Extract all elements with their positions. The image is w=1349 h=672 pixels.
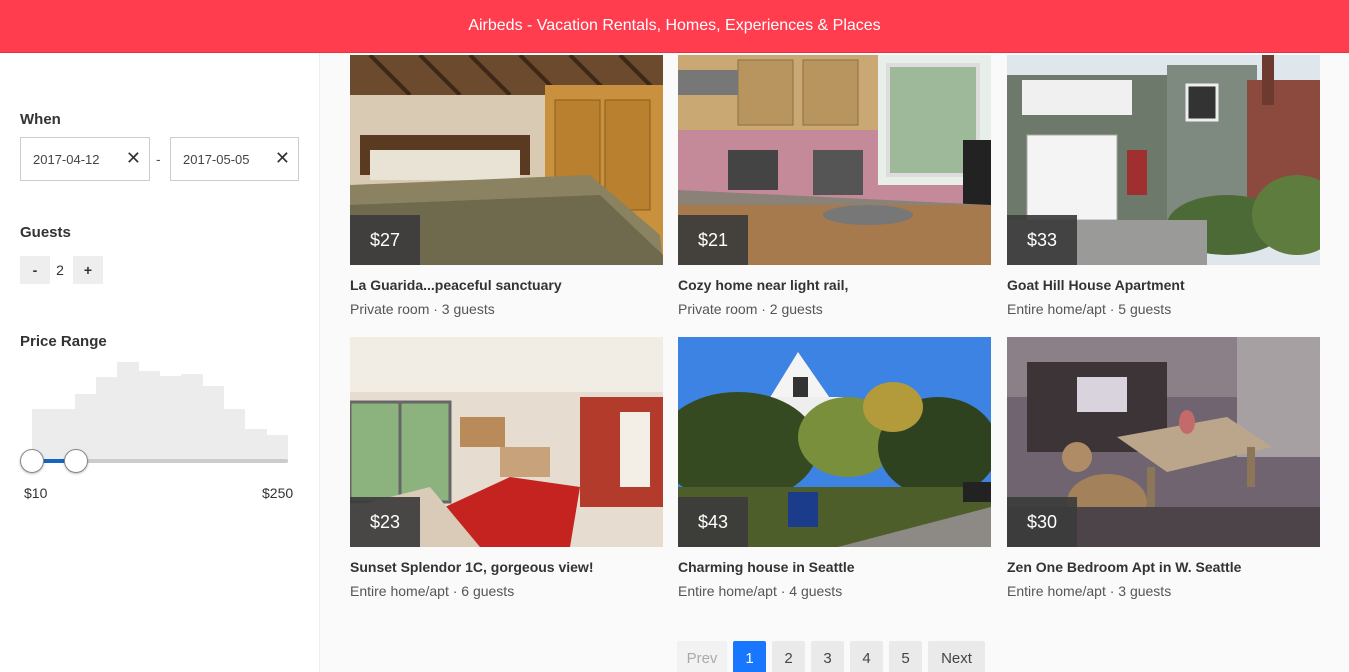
- listing-card[interactable]: $30 Zen One Bedroom Apt in W. Seattle En…: [1007, 337, 1320, 599]
- listing-photo[interactable]: $30: [1007, 337, 1320, 547]
- clear-start-date-icon[interactable]: ✕: [126, 149, 141, 167]
- page-button-2[interactable]: 2: [772, 641, 805, 672]
- price-min-label: $10: [24, 485, 48, 501]
- listing-title[interactable]: Sunset Splendor 1C, gorgeous view!: [350, 559, 663, 575]
- listings-area: $27 La Guarida...peaceful sanctuary Priv…: [320, 53, 1349, 672]
- listing-price-badge: $27: [350, 215, 420, 265]
- listing-title[interactable]: Goat Hill House Apartment: [1007, 277, 1320, 293]
- price-histogram-bar: [117, 362, 139, 463]
- listing-title[interactable]: Cozy home near light rail,: [678, 277, 991, 293]
- guests-decrement-button[interactable]: -: [20, 256, 50, 284]
- price-histogram-bar: [138, 371, 160, 463]
- listing-price-badge: $21: [678, 215, 748, 265]
- listing-title[interactable]: Zen One Bedroom Apt in W. Seattle: [1007, 559, 1320, 575]
- listing-photo[interactable]: $43: [678, 337, 991, 547]
- guests-increment-button[interactable]: +: [73, 256, 103, 284]
- listing-card[interactable]: $43 Charming house in Seattle Entire hom…: [678, 337, 991, 599]
- price-histogram-bar: [96, 377, 118, 463]
- price-histogram-bar: [224, 409, 246, 463]
- listing-price-badge: $43: [678, 497, 748, 547]
- prev-page-button[interactable]: Prev: [677, 641, 727, 672]
- price-slider-min-handle[interactable]: [20, 449, 44, 473]
- listing-meta: Private room · 2 guests: [678, 301, 823, 317]
- listing-photo[interactable]: $21: [678, 55, 991, 265]
- page-button-3[interactable]: 3: [811, 641, 844, 672]
- listing-photo[interactable]: $33: [1007, 55, 1320, 265]
- price-slider-max-handle[interactable]: [63, 449, 88, 473]
- start-date-input[interactable]: 2017-04-12 ✕: [20, 137, 150, 181]
- listing-title[interactable]: La Guarida...peaceful sanctuary: [350, 277, 663, 293]
- listing-meta: Entire home/apt · 3 guests: [1007, 583, 1172, 599]
- listing-title[interactable]: Charming house in Seattle: [678, 559, 991, 575]
- when-label: When: [20, 111, 61, 128]
- listing-price-badge: $30: [1007, 497, 1077, 547]
- date-separator: -: [156, 151, 161, 167]
- guests-label: Guests: [20, 224, 71, 241]
- price-range-label: Price Range: [20, 333, 107, 350]
- listing-photo[interactable]: $27: [350, 55, 663, 265]
- app-title: Airbeds - Vacation Rentals, Homes, Exper…: [468, 17, 881, 34]
- page-button-4[interactable]: 4: [850, 641, 883, 672]
- listing-photo[interactable]: $23: [350, 337, 663, 547]
- guests-count: 2: [56, 262, 64, 278]
- filter-sidebar: When 2017-04-12 ✕ - 2017-05-05 ✕ Guests …: [0, 53, 320, 672]
- page-button-5[interactable]: 5: [889, 641, 922, 672]
- listing-meta: Entire home/apt · 5 guests: [1007, 301, 1172, 317]
- price-histogram: [32, 359, 288, 463]
- page-button-1[interactable]: 1: [733, 641, 766, 672]
- listing-price-badge: $33: [1007, 215, 1077, 265]
- listing-card[interactable]: $21 Cozy home near light rail, Private r…: [678, 55, 991, 317]
- price-max-label: $250: [262, 485, 294, 501]
- listing-price-badge: $23: [350, 497, 420, 547]
- pagination: Prev 1 2 3 4 5 Next: [677, 641, 985, 672]
- listing-card[interactable]: $23 Sunset Splendor 1C, gorgeous view! E…: [350, 337, 663, 599]
- top-bar: Airbeds - Vacation Rentals, Homes, Exper…: [0, 0, 1349, 53]
- listing-card[interactable]: $33 Goat Hill House Apartment Entire hom…: [1007, 55, 1320, 317]
- price-histogram-bar: [160, 376, 182, 463]
- next-page-button[interactable]: Next: [928, 641, 985, 672]
- price-histogram-bar: [245, 429, 267, 463]
- listing-meta: Private room · 3 guests: [350, 301, 495, 317]
- listing-meta: Entire home/apt · 4 guests: [678, 583, 843, 599]
- end-date-value: 2017-05-05: [183, 151, 250, 167]
- listing-card[interactable]: $27 La Guarida...peaceful sanctuary Priv…: [350, 55, 663, 317]
- price-histogram-bar: [202, 386, 224, 463]
- clear-end-date-icon[interactable]: ✕: [275, 149, 290, 167]
- listing-meta: Entire home/apt · 6 guests: [350, 583, 515, 599]
- end-date-input[interactable]: 2017-05-05 ✕: [170, 137, 299, 181]
- price-histogram-bar: [181, 374, 203, 463]
- start-date-value: 2017-04-12: [33, 151, 100, 167]
